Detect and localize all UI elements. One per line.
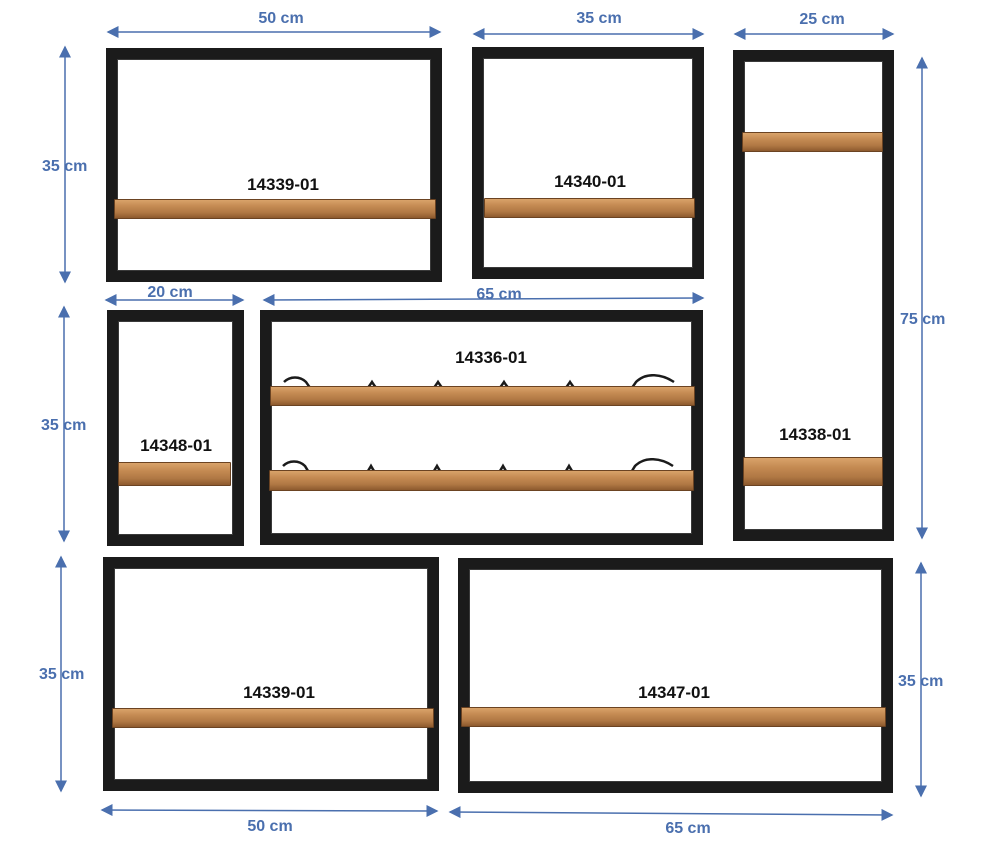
shelf-frame-14347 [458, 558, 893, 793]
wood-board-14340 [484, 198, 695, 218]
width-label-14348: 20 cm [147, 284, 193, 301]
width-label-14340: 35 cm [576, 10, 622, 27]
product-code-14336: 14336-01 [455, 348, 527, 367]
wood-board-14338-bottom [743, 457, 883, 486]
width-arrow-14347 [448, 806, 894, 821]
shelf-frame-14336 [260, 310, 703, 545]
wood-board-14339-bottom [112, 708, 434, 728]
height-label-14339-top: 35 cm [42, 158, 88, 175]
wine-rack-board-upper [270, 386, 695, 406]
height-label-14338: 75 cm [900, 311, 946, 328]
height-label-14348: 35 cm [41, 417, 87, 434]
product-code-14348: 14348-01 [140, 436, 212, 455]
wood-board-14348 [118, 462, 231, 486]
width-label-14336: 65 cm [476, 286, 522, 303]
shelf-frame-14348 [107, 310, 244, 546]
product-code-14338: 14338-01 [779, 425, 851, 444]
shelf-frame-14339-top [106, 48, 442, 282]
product-code-14339-bottom: 14339-01 [243, 683, 315, 702]
shelf-frame-14339-bottom [103, 557, 439, 791]
width-arrow-14339-bottom [100, 804, 439, 817]
width-label-14339-bottom: 50 cm [247, 818, 293, 835]
product-code-14339-top: 14339-01 [247, 175, 319, 194]
product-code-14340: 14340-01 [554, 172, 626, 191]
width-label-14338: 25 cm [799, 11, 845, 28]
height-label-14347: 35 cm [898, 673, 944, 690]
width-label-14347: 65 cm [665, 820, 711, 837]
wood-board-14347 [461, 707, 886, 727]
wine-rack-board-lower [269, 470, 694, 491]
wood-board-14338-top [742, 132, 883, 152]
width-label-14339-top: 50 cm [258, 10, 304, 27]
height-label-14339-bottom: 35 cm [39, 666, 85, 683]
product-code-14347: 14347-01 [638, 683, 710, 702]
shelf-frame-14340 [472, 47, 704, 279]
wood-board-14339-top [114, 199, 436, 219]
